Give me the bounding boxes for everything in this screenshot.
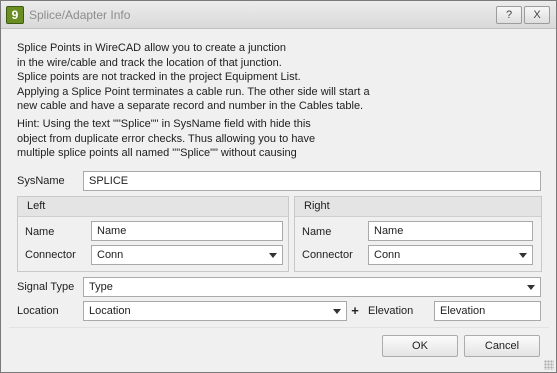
close-button[interactable]: X xyxy=(524,6,550,24)
chevron-down-icon[interactable] xyxy=(519,253,527,258)
left-connector-value: Conn xyxy=(97,249,124,261)
intro-line: in the wire/cable and track the location… xyxy=(17,56,282,69)
splice-adapter-dialog: 9 Splice/Adapter Info ? X Splice Points … xyxy=(0,0,557,373)
window-title: Splice/Adapter Info xyxy=(29,8,131,22)
right-connector-combo[interactable]: Conn xyxy=(368,245,533,265)
chevron-down-icon[interactable] xyxy=(333,309,341,314)
help-button[interactable]: ? xyxy=(496,6,522,24)
app-icon: 9 xyxy=(6,6,24,24)
right-connector-label: Connector xyxy=(302,249,353,261)
intro-line: Splice points are not tracked in the pro… xyxy=(17,71,301,84)
button-divider xyxy=(9,327,549,328)
intro-line: Splice Points in WireCAD allow you to cr… xyxy=(17,42,287,54)
signal-type-label: Signal Type xyxy=(17,281,75,293)
signal-type-value: Type xyxy=(89,281,113,293)
plus-icon[interactable]: + xyxy=(349,304,361,318)
elevation-label: Elevation xyxy=(368,305,414,317)
right-name-label: Name xyxy=(302,226,332,238)
right-group: Right Name Name Connector Conn xyxy=(294,196,542,272)
left-name-input[interactable]: Name xyxy=(91,221,283,241)
sysname-input[interactable]: SPLICE xyxy=(83,171,541,191)
intro-line: new cable and have a separate record and… xyxy=(17,100,364,113)
left-name-label: Name xyxy=(25,226,55,238)
right-name-input[interactable]: Name xyxy=(368,221,533,241)
cancel-button[interactable]: Cancel xyxy=(464,335,540,357)
intro-line: Applying a Splice Point terminates a cab… xyxy=(17,85,370,98)
help-icon: ? xyxy=(505,9,513,21)
hint-line: Hint: Using the text ""Splice"" in SysNa… xyxy=(17,118,311,130)
ok-button[interactable]: OK xyxy=(382,335,458,357)
sysname-label: SysName xyxy=(17,175,65,187)
location-value: Location xyxy=(89,305,131,317)
chevron-down-icon[interactable] xyxy=(527,285,535,290)
left-group: Left Name Name Connector Conn xyxy=(17,196,289,272)
left-group-title: Left xyxy=(27,200,46,212)
left-group-header: Left xyxy=(18,197,288,217)
chevron-down-icon[interactable] xyxy=(269,253,277,258)
hint-text: Hint: Using the text ""Splice"" in SysNa… xyxy=(17,117,547,161)
close-icon: X xyxy=(533,9,541,21)
resize-grip-icon[interactable] xyxy=(544,360,554,370)
signal-type-combo[interactable]: Type xyxy=(83,277,541,297)
intro-text: Splice Points in WireCAD allow you to cr… xyxy=(17,41,547,114)
title-bar[interactable]: 9 Splice/Adapter Info ? X xyxy=(1,1,556,29)
left-connector-combo[interactable]: Conn xyxy=(91,245,283,265)
location-combo[interactable]: Location xyxy=(83,301,347,321)
left-connector-label: Connector xyxy=(25,249,76,261)
location-label: Location xyxy=(17,305,59,317)
elevation-input[interactable]: Elevation xyxy=(434,301,541,321)
right-group-header: Right xyxy=(295,197,541,217)
hint-line: multiple splice points all named ""Splic… xyxy=(17,147,297,160)
right-group-title: Right xyxy=(304,200,330,212)
hint-line: object from duplicate error checks. Thus… xyxy=(17,132,316,145)
right-connector-value: Conn xyxy=(374,249,401,261)
